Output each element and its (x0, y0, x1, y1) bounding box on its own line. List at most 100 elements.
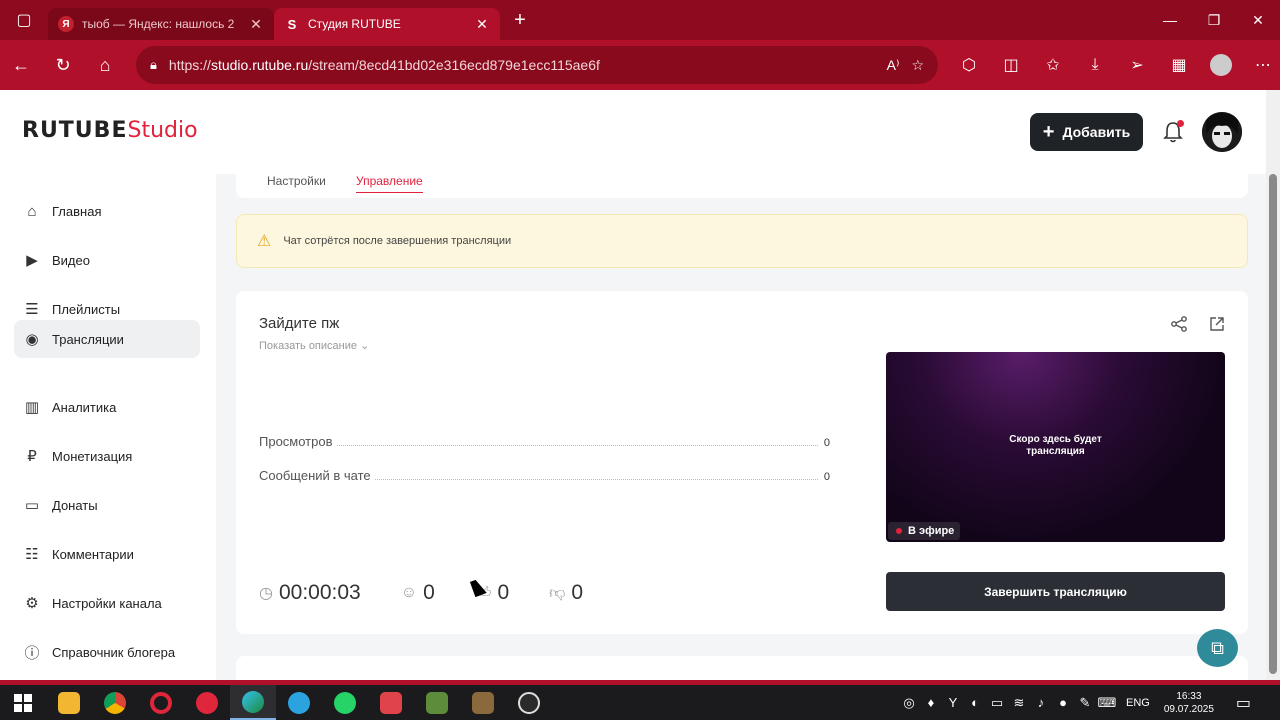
close-tab-icon[interactable]: ✕ (474, 16, 490, 33)
browser-tab-rutube[interactable]: S Студия RUTUBE ✕ (274, 8, 500, 40)
keyboard-icon[interactable]: ⌨ (1096, 695, 1118, 711)
sidebar-item-video[interactable]: ▶ Видео (14, 241, 200, 279)
open-external-icon[interactable] (1208, 315, 1226, 338)
shield-tray-icon[interactable]: ♦ (920, 695, 942, 710)
stream-card: Зайдите пж Показать описание ⌄ Просмотро… (236, 291, 1248, 634)
notifications-center-icon[interactable]: ▭ (1236, 693, 1251, 713)
show-description-toggle[interactable]: Показать описание ⌄ (259, 339, 369, 352)
sidebar-item-analytics[interactable]: ▥ Аналитика (14, 388, 200, 426)
close-tab-icon[interactable]: ✕ (248, 16, 264, 33)
downloads-icon[interactable]: ⤓ (1074, 56, 1116, 74)
scrollbar-thumb[interactable] (1269, 174, 1277, 674)
sidebar-item-label: Видео (52, 252, 90, 268)
yandex-browser-icon[interactable] (184, 685, 230, 720)
tab-title: тыоб — Яндекс: нашлось 2 (82, 17, 235, 31)
comments-icon: ☷ (25, 546, 39, 563)
minimize-icon[interactable]: — (1148, 0, 1192, 40)
tab-management[interactable]: Управление (356, 174, 423, 193)
microphone-icon[interactable]: ● (1052, 695, 1074, 710)
minecraft-icon[interactable] (414, 685, 460, 720)
sidebar-item-home[interactable]: ⌂ Главная (14, 192, 200, 230)
views-value: 0 (823, 437, 830, 449)
sidebar-item-comments[interactable]: ☷ Комментарии (14, 535, 200, 573)
extension-icon[interactable]: ⬡ (948, 55, 990, 75)
end-stream-button[interactable]: Завершить трансляцию (886, 572, 1225, 611)
start-icon[interactable] (0, 685, 46, 720)
restore-icon[interactable]: ❐ (1192, 0, 1236, 40)
favorites-icon[interactable]: ✩ (1032, 55, 1074, 75)
package-app-icon[interactable] (460, 685, 506, 720)
dotted-leader (374, 479, 818, 480)
favorite-star-icon[interactable]: ☆ (911, 57, 924, 74)
sidebar-item-broadcasts[interactable]: ◉ Трансляции (14, 320, 200, 358)
volume-icon[interactable]: ♪ (1030, 695, 1052, 710)
sidebar-item-monetization[interactable]: ₽ Монетизация (14, 437, 200, 475)
refresh-icon[interactable]: ↻ (42, 40, 84, 90)
telegram-icon[interactable] (276, 685, 322, 720)
add-button[interactable]: + Добавить (1030, 113, 1143, 151)
views-stat: Просмотров 0 (259, 434, 830, 449)
obs-tray-icon[interactable]: ◎ (898, 695, 920, 711)
chat-messages-value: 0 (823, 471, 830, 483)
sidebar-item-blogger-guide[interactable]: ⓘ Справочник блогера (14, 633, 200, 671)
whatsapp-icon[interactable] (322, 685, 368, 720)
yandex-tray-icon[interactable]: Y (942, 695, 964, 710)
windows-taskbar: ◎ ♦ Y ◐ ▭ ≋ ♪ ● ✎ ⌨ ENG 16:33 09.07.2025 … (0, 680, 1280, 720)
address-bar[interactable]: 🔒︎ https://studio.rutube.ru/stream/8ecd4… (136, 46, 938, 84)
edge-icon[interactable] (230, 685, 276, 720)
share-icon[interactable] (1170, 315, 1188, 338)
window-controls: — ❐ ✕ (1148, 0, 1280, 40)
home-icon: ⌂ (27, 202, 37, 220)
warning-text: Чат сотрётся после завершения трансляции (283, 235, 512, 247)
split-screen-icon[interactable]: ◫ (990, 55, 1032, 75)
sidebar-item-label: Комментарии (52, 546, 134, 562)
pen-icon[interactable]: ✎ (1074, 695, 1096, 711)
browser-toolbar: ← ↻ ⌂ 🔒︎ https://studio.rutube.ru/stream… (0, 40, 1280, 90)
plus-icon: + (1042, 120, 1055, 143)
chrome-icon[interactable] (92, 685, 138, 720)
app-tray-icon[interactable]: ◐ (964, 695, 986, 710)
collections-icon[interactable]: ▦ (1158, 55, 1200, 75)
browser-tab-yandex[interactable]: Я тыоб — Яндекс: нашлось 2 ✕ (48, 8, 274, 40)
notifications-bell-icon[interactable] (1162, 120, 1184, 144)
sidebar-item-label: Справочник блогера (52, 644, 176, 660)
sidebar-item-donates[interactable]: ▭ Донаты (14, 486, 200, 524)
sidebar-item-label: Плейлисты (52, 301, 121, 317)
share-browser-icon[interactable]: ➢ (1116, 55, 1158, 75)
tab-settings[interactable]: Настройки (267, 174, 326, 188)
wifi-icon[interactable]: ≋ (1008, 695, 1030, 711)
chat-popout-icon[interactable]: ⧉ (1197, 629, 1238, 667)
home-browser-icon[interactable]: ⌂ (84, 40, 126, 90)
back-icon[interactable]: ← (0, 40, 42, 90)
obs-icon[interactable] (506, 685, 552, 720)
user-avatar[interactable] (1202, 112, 1242, 152)
close-window-icon[interactable]: ✕ (1236, 0, 1280, 40)
chat-messages-stat: Сообщений в чате 0 (259, 468, 830, 483)
tab-title: Студия RUTUBE (308, 17, 401, 31)
broadcast-icon: ◉ (25, 331, 39, 348)
sidebar: ⌂ Главная ▶ Видео ☰ Плейлисты ◉ Трансляции ▥… (0, 174, 216, 680)
opera-icon[interactable] (138, 685, 184, 720)
lock-icon[interactable]: 🔒︎ (150, 57, 157, 73)
stream-preview[interactable]: Скоро здесь будет трансляция В эфире (886, 352, 1225, 542)
language-indicator[interactable]: ENG (1126, 697, 1150, 709)
tab-actions-icon[interactable]: ▢ (0, 0, 48, 40)
more-menu-icon[interactable]: ⋯ (1242, 55, 1280, 75)
chevron-down-icon: ⌄ (360, 340, 370, 352)
next-section-card (236, 656, 1248, 680)
browser-profile-avatar[interactable] (1210, 54, 1232, 76)
sidebar-item-channel-settings[interactable]: ⚙ Настройки канала (14, 584, 200, 622)
store-icon[interactable] (46, 685, 92, 720)
battery-icon[interactable]: ▭ (986, 695, 1008, 711)
clock[interactable]: 16:33 09.07.2025 (1164, 690, 1214, 716)
analytics-icon: ▥ (24, 399, 40, 416)
sidebar-item-label: Аналитика (52, 399, 117, 415)
new-tab-icon[interactable]: + (500, 9, 540, 32)
browser-extensions: ⬡ ◫ ✩ ⤓ ➢ ▦ ⋯ (948, 40, 1280, 90)
read-aloud-icon[interactable]: A⁾ (887, 57, 900, 74)
page-scrollbar[interactable] (1266, 90, 1280, 680)
rutube-studio-logo[interactable]: RUTUBEStudio (22, 118, 198, 143)
cloud-app-icon[interactable] (368, 685, 414, 720)
stream-counters: ◷ 00:00:03 ☺ 0 👍︎ 0 👎︎ 0 (259, 581, 623, 605)
donate-icon: ▭ (24, 497, 40, 514)
